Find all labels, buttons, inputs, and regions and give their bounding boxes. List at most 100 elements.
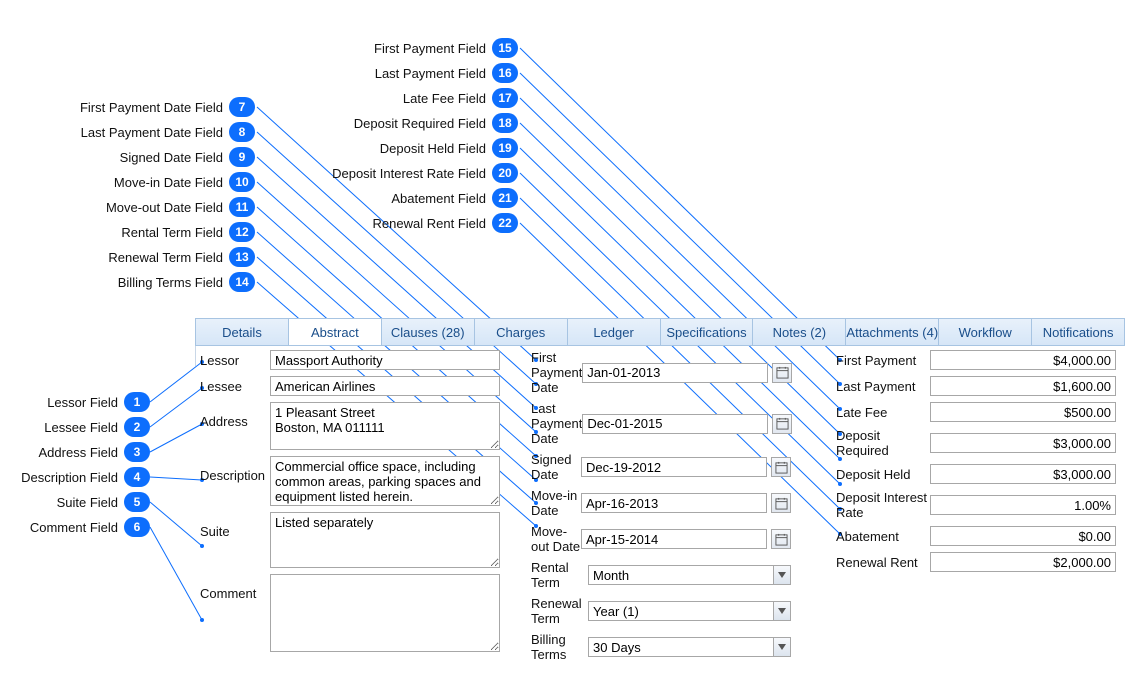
callout-9: Signed Date Field9: [60, 147, 255, 167]
suite-row: Suite: [200, 512, 500, 568]
callout-10: Move-in Date Field10: [60, 172, 255, 192]
tab-clauses[interactable]: Clauses (28): [382, 319, 475, 345]
move-in-date-label: Move-in Date: [531, 488, 581, 518]
suite-input[interactable]: [270, 512, 500, 568]
calendar-icon: [775, 461, 788, 474]
form-panel: Lessor Lessee Address Description Suite …: [195, 346, 1125, 366]
deposit-required-label: Deposit Required: [836, 428, 930, 458]
callout-13: Renewal Term Field13: [60, 247, 255, 267]
callout-1: Lessor Field1: [20, 392, 150, 412]
calendar-icon: [775, 497, 788, 510]
description-input[interactable]: [270, 456, 500, 506]
deposit-required-input[interactable]: [930, 433, 1116, 453]
renewal-term-input[interactable]: [588, 601, 773, 621]
callout-12: Rental Term Field12: [60, 222, 255, 242]
deposit-held-input[interactable]: [930, 464, 1116, 484]
tab-attachments[interactable]: Attachments (4): [846, 319, 939, 345]
move-out-date-input[interactable]: [581, 529, 767, 549]
signed-date-input[interactable]: [581, 457, 767, 477]
move-in-date-calendar-button[interactable]: [771, 493, 791, 513]
billing-terms-dropdown-button[interactable]: [773, 637, 791, 657]
deposit-held-label: Deposit Held: [836, 467, 930, 482]
callout-19: Deposit Held Field19: [320, 138, 518, 158]
tab-details[interactable]: Details: [196, 319, 289, 345]
first-payment-input[interactable]: [930, 350, 1116, 370]
tab-bar: Details Abstract Clauses (28) Charges Le…: [195, 318, 1125, 346]
renewal-term-label: Renewal Term: [531, 596, 588, 626]
callout-6: Comment Field6: [20, 517, 150, 537]
last-payment-date-input[interactable]: [582, 414, 768, 434]
calendar-icon: [776, 417, 789, 430]
callout-2: Lessee Field2: [20, 417, 150, 437]
last-payment-label: Last Payment: [836, 379, 930, 394]
tab-specifications[interactable]: Specifications: [661, 319, 754, 345]
suite-label: Suite: [200, 512, 270, 539]
callout-22: Renewal Rent Field22: [320, 213, 518, 233]
lessor-input[interactable]: [270, 350, 500, 370]
callout-15: First Payment Field15: [320, 38, 518, 58]
callout-8: Last Payment Date Field8: [60, 122, 255, 142]
address-input[interactable]: [270, 402, 500, 450]
signed-date-calendar-button[interactable]: [771, 457, 791, 477]
callout-4: Description Field4: [20, 467, 150, 487]
late-fee-label: Late Fee: [836, 405, 930, 420]
address-row: Address: [200, 402, 500, 450]
tab-ledger[interactable]: Ledger: [568, 319, 661, 345]
callout-17: Late Fee Field17: [320, 88, 518, 108]
callout-18: Deposit Required Field18: [320, 113, 518, 133]
chevron-down-icon: [778, 608, 786, 614]
move-out-date-label: Move-out Date: [531, 524, 581, 554]
calendar-icon: [775, 533, 788, 546]
rental-term-dropdown-button[interactable]: [773, 565, 791, 585]
tab-notifications[interactable]: Notifications: [1032, 319, 1124, 345]
lessee-input[interactable]: [270, 376, 500, 396]
description-label: Description: [200, 456, 270, 483]
comment-label: Comment: [200, 574, 270, 601]
chevron-down-icon: [778, 572, 786, 578]
first-payment-date-input[interactable]: [582, 363, 768, 383]
callout-7: First Payment Date Field7: [60, 97, 255, 117]
first-payment-label: First Payment: [836, 353, 930, 368]
tab-abstract[interactable]: Abstract: [289, 319, 382, 345]
move-in-date-input[interactable]: [581, 493, 767, 513]
rental-term-input[interactable]: [588, 565, 773, 585]
callout-3: Address Field3: [20, 442, 150, 462]
tab-notes[interactable]: Notes (2): [753, 319, 846, 345]
renewal-term-dropdown-button[interactable]: [773, 601, 791, 621]
calendar-icon: [776, 366, 789, 379]
chevron-down-icon: [778, 644, 786, 650]
lessor-label: Lessor: [200, 353, 270, 368]
address-label: Address: [200, 402, 270, 429]
description-row: Description: [200, 456, 500, 506]
rental-term-label: Rental Term: [531, 560, 588, 590]
signed-date-label: Signed Date: [531, 452, 581, 482]
abatement-label: Abatement: [836, 529, 930, 544]
renewal-rent-input[interactable]: [930, 552, 1116, 572]
renewal-rent-label: Renewal Rent: [836, 555, 930, 570]
first-payment-date-label: First Payment Date: [531, 350, 582, 395]
late-fee-input[interactable]: [930, 402, 1116, 422]
lessee-row: Lessee: [200, 376, 500, 396]
tab-workflow[interactable]: Workflow: [939, 319, 1032, 345]
billing-terms-input[interactable]: [588, 637, 773, 657]
last-payment-date-calendar-button[interactable]: [772, 414, 792, 434]
callout-11: Move-out Date Field11: [60, 197, 255, 217]
callout-16: Last Payment Field16: [320, 63, 518, 83]
callout-14: Billing Terms Field14: [60, 272, 255, 292]
callout-21: Abatement Field21: [320, 188, 518, 208]
callout-20: Deposit Interest Rate Field20: [320, 163, 518, 183]
last-payment-input[interactable]: [930, 376, 1116, 396]
abatement-input[interactable]: [930, 526, 1116, 546]
comment-input[interactable]: [270, 574, 500, 652]
deposit-interest-rate-input[interactable]: [930, 495, 1116, 515]
last-payment-date-label: Last Payment Date: [531, 401, 582, 446]
lessor-row: Lessor: [200, 350, 500, 370]
callout-5: Suite Field5: [20, 492, 150, 512]
first-payment-date-calendar-button[interactable]: [772, 363, 792, 383]
comment-row: Comment: [200, 574, 500, 652]
tab-charges[interactable]: Charges: [475, 319, 568, 345]
billing-terms-label: Billing Terms: [531, 632, 588, 662]
move-out-date-calendar-button[interactable]: [771, 529, 791, 549]
deposit-interest-rate-label: Deposit Interest Rate: [836, 490, 930, 520]
lessee-label: Lessee: [200, 379, 270, 394]
